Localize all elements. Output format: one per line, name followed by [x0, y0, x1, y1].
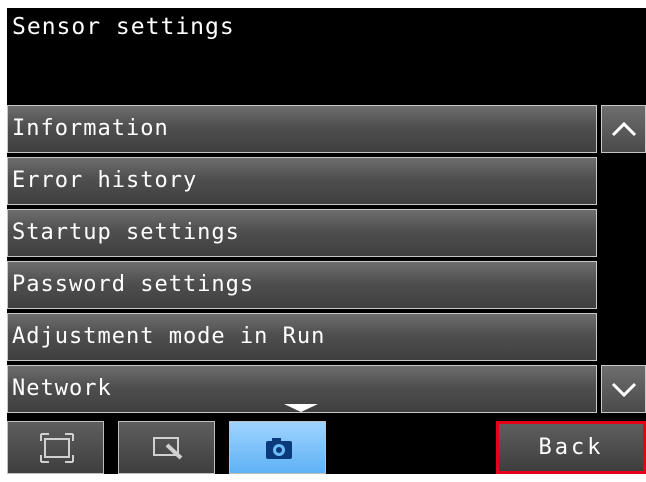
scroll-up-button[interactable]	[601, 105, 646, 153]
menu-item-startup-settings[interactable]: Startup settings	[7, 209, 597, 257]
menu-item-adjustment-mode-in-run[interactable]: Adjustment mode in Run	[7, 313, 597, 361]
chevron-up-icon	[611, 121, 637, 137]
camera-icon	[266, 438, 292, 459]
bottom-toolbar: Back	[7, 421, 646, 474]
scroll-more-indicator	[284, 404, 318, 412]
frame-view-button[interactable]	[7, 421, 104, 474]
menu-item-error-history[interactable]: Error history	[7, 157, 597, 205]
menu-item-information[interactable]: Information	[7, 105, 597, 153]
menu-item-password-settings[interactable]: Password settings	[7, 261, 597, 309]
chevron-down-icon	[611, 382, 637, 398]
back-button[interactable]: Back	[496, 421, 646, 474]
camera-button[interactable]	[229, 421, 326, 474]
frame-icon	[40, 433, 74, 463]
sensor-settings-screen: Sensor settings Information Error histor…	[7, 8, 646, 474]
page-title: Sensor settings	[12, 14, 235, 40]
scrollbar[interactable]	[601, 105, 646, 417]
scroll-down-button[interactable]	[601, 365, 646, 413]
zoom-region-icon	[153, 437, 183, 460]
zoom-region-button[interactable]	[118, 421, 215, 474]
